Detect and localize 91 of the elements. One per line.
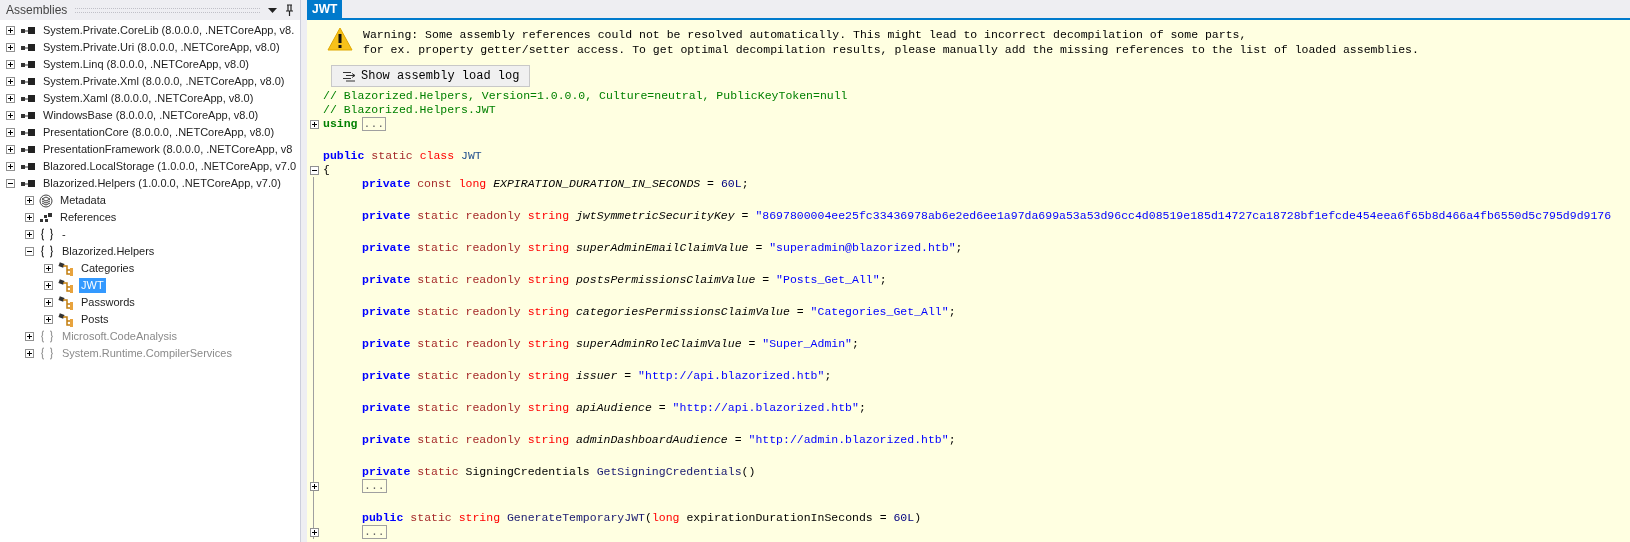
code-line: private static readonly string postsPermissionsClaimValue = "Posts_Get_All"; (362, 273, 887, 287)
expand-icon[interactable] (6, 43, 15, 52)
code-line: public static class JWT (323, 149, 482, 163)
expand-icon[interactable] (44, 281, 53, 290)
collapsed-code-button[interactable]: ... (361, 117, 387, 131)
tree-item[interactable]: Blazorized.Helpers (60, 244, 157, 259)
code-line: private static readonly string issuer = "http://api.blazorized.htb"; (362, 369, 832, 383)
tree-item[interactable]: - (60, 227, 68, 242)
tree-item[interactable]: Passwords (79, 295, 137, 310)
tree-item[interactable]: System.Xaml (8.0.0.0, .NETCoreApp, v8.0) (41, 91, 256, 106)
expand-icon[interactable] (6, 162, 15, 171)
assembly-icon (20, 144, 36, 155)
assembly-icon (20, 178, 36, 189)
code-line: { (323, 163, 330, 177)
expand-icon[interactable] (25, 332, 34, 341)
collapsed-code-button[interactable]: ... (362, 525, 387, 539)
expand-icon[interactable] (6, 26, 15, 35)
tree-item[interactable]: System.Runtime.CompilerServices (60, 346, 234, 361)
code-comment: // Blazorized.Helpers, Version=1.0.0.0, Culture=neutral, PublicKeyToken=null (323, 89, 848, 103)
tree-item[interactable]: WindowsBase (8.0.0.0, .NETCoreApp, v8.0) (41, 108, 261, 123)
expand-icon[interactable] (309, 119, 319, 129)
tree-item[interactable]: System.Linq (8.0.0.0, .NETCoreApp, v8.0) (41, 57, 252, 72)
braces-icon (39, 330, 55, 343)
class-icon (58, 278, 74, 293)
load-log-button[interactable]: Show assembly load log (331, 65, 531, 87)
collapsed-code-button[interactable]: ... (362, 479, 387, 493)
tree-item[interactable]: Microsoft.CodeAnalysis (60, 329, 179, 344)
list-icon (342, 70, 356, 82)
warning-icon (327, 27, 353, 51)
expand-icon[interactable] (25, 230, 34, 239)
expand-icon[interactable] (6, 145, 15, 154)
tree-item[interactable]: Blazorized.Helpers (1.0.0.0, .NETCoreApp, v7.0) (41, 176, 283, 191)
class-icon (58, 261, 74, 276)
warning-text: for ex. property getter/setter access. To get optimal decompilation results, please manually add the missing references to the list of loaded assemblies. (363, 42, 1419, 57)
braces-icon (39, 228, 55, 241)
braces-icon (39, 347, 55, 360)
expand-icon[interactable] (6, 60, 15, 69)
tree-item[interactable]: System.Private.Uri (8.0.0.0, .NETCoreApp, v8.0) (41, 40, 282, 55)
class-icon (58, 312, 74, 327)
expand-icon[interactable] (309, 481, 319, 491)
editor-tab[interactable]: JWT (307, 0, 343, 18)
expand-icon[interactable] (6, 77, 15, 86)
code-comment: // Blazorized.Helpers.JWT (323, 103, 496, 117)
assembly-icon (20, 76, 36, 87)
code-line: private static readonly string jwtSymmetricSecurityKey = "8697800004ee25fc33436978ab6e2ed6ee1a97da699a53a53d96cc4d08519e185d14727ca18728bf1efcde454eea6f65b8d466a4fb6550d5c795d9d9176 (362, 209, 1612, 223)
expand-icon[interactable] (25, 349, 34, 358)
class-icon (58, 295, 74, 310)
collapse-icon[interactable] (309, 165, 319, 175)
code-line: private static readonly string superAdminEmailClaimValue = "superadmin@blazorized.htb"; (362, 241, 963, 255)
expand-icon[interactable] (44, 264, 53, 273)
tree-item[interactable]: System.Private.Xml (8.0.0.0, .NETCoreApp, v8.0) (41, 74, 287, 89)
tree-item[interactable]: PresentationFramework (8.0.0.0, .NETCoreApp, v8 (41, 142, 295, 157)
code-line: private static readonly string apiAudience = "http://api.blazorized.htb"; (362, 401, 866, 415)
tree-item[interactable]: Posts (79, 312, 111, 327)
code-line: public static string GenerateTemporaryJWT(long expirationDurationInSeconds = 60L) (362, 511, 922, 525)
expand-icon[interactable] (44, 315, 53, 324)
tree-item[interactable]: PresentationCore (8.0.0.0, .NETCoreApp, v8.0) (41, 125, 277, 140)
expand-icon[interactable] (25, 196, 34, 205)
expand-icon[interactable] (44, 298, 53, 307)
collapse-icon[interactable] (6, 179, 15, 188)
code-line: private static readonly string adminDashboardAudience = "http://admin.blazorized.htb"; (362, 433, 956, 447)
expand-icon[interactable] (309, 527, 319, 537)
expand-icon[interactable] (6, 94, 15, 103)
layers-icon (39, 193, 53, 208)
assembly-icon (20, 110, 36, 121)
expand-icon[interactable] (25, 213, 34, 222)
assembly-icon (20, 93, 36, 104)
dropdown-icon[interactable] (268, 7, 277, 13)
tree-item[interactable]: Categories (79, 261, 137, 276)
tree-item[interactable]: System.Private.CoreLib (8.0.0.0, .NETCoreApp, v8. (41, 23, 297, 38)
collapse-icon[interactable] (25, 247, 34, 256)
expand-icon[interactable] (6, 111, 15, 120)
assembly-icon (20, 127, 36, 138)
warning-text: Warning: Some assembly references could not be resolved automatically. This might lead to incorrect decompilation of some parts, (363, 27, 1248, 42)
references-icon (39, 211, 53, 224)
expand-icon[interactable] (6, 128, 15, 137)
assembly-icon (20, 161, 36, 172)
tree-item[interactable]: References (58, 210, 119, 225)
pin-icon[interactable] (285, 4, 294, 16)
assembly-icon (20, 25, 36, 36)
tree-item[interactable]: Metadata (58, 193, 108, 208)
code-line: private static readonly string superAdminRoleClaimValue = "Super_Admin"; (362, 337, 859, 351)
panel-title: Assemblies (6, 2, 68, 19)
assembly-icon (20, 42, 36, 53)
code-line: using (323, 117, 358, 131)
code-line: private static readonly string categoriesPermissionsClaimValue = "Categories_Get_All"; (362, 305, 956, 319)
tree-item[interactable]: Blazored.LocalStorage (1.0.0.0, .NETCoreApp, v7.0 (41, 159, 299, 174)
code-line: private const long EXPIRATION_DURATION_IN_SECONDS = 60L; (362, 177, 749, 191)
code-line: private static SigningCredentials GetSigningCredentials() (362, 465, 756, 479)
assembly-icon (20, 59, 36, 70)
braces-icon (39, 245, 55, 258)
